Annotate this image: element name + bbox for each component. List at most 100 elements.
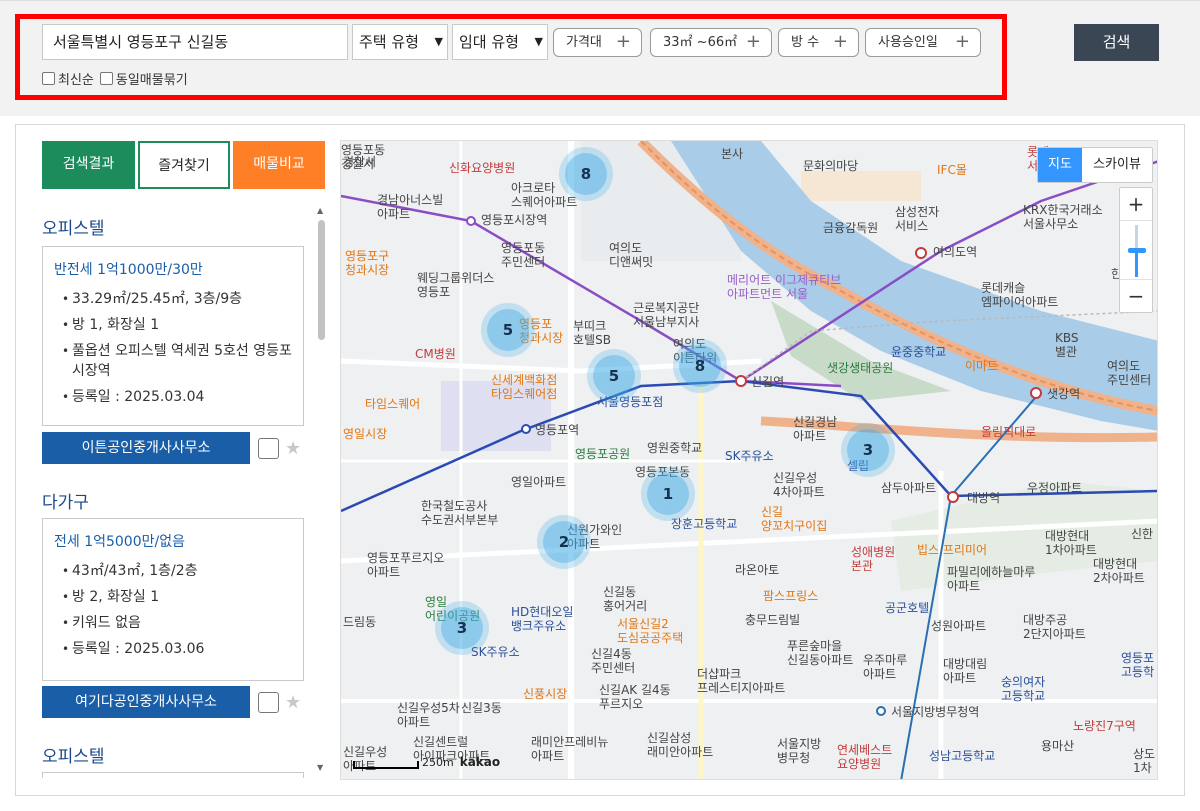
rooms-filter-button[interactable]: 방 수 + [778, 28, 859, 57]
zoom-slider[interactable] [1120, 220, 1152, 280]
listing-category: 오피스텔 [42, 747, 105, 767]
map-label: 신길3동 [461, 701, 502, 715]
search-filter-frame: 서울특별시 영등포구 신길동 주택 유형 ▼ 임대 유형 ▼ 가격대 + 33㎡ … [15, 14, 1007, 100]
zoom-slider-handle[interactable] [1128, 248, 1146, 253]
map-label: 삼두아파트 [881, 481, 937, 495]
map-label: CM병원 [415, 347, 456, 361]
lease-type-select[interactable]: 임대 유형 ▼ [452, 24, 548, 60]
listing-area-floor: 43㎡/43㎡, 1층/2층 [62, 561, 303, 581]
map-label: 드림동 [343, 615, 377, 629]
map-label: 영등포푸르지오 아파트 [367, 551, 445, 579]
map-label: 한국철도공사 수도권서부본부 [421, 499, 499, 527]
map-label: 노량진7구역 [1073, 719, 1136, 733]
map-label: 푸른숲마을 신길동아파트 [787, 639, 854, 667]
search-button[interactable]: 검색 [1074, 24, 1159, 61]
plus-icon: + [615, 31, 631, 52]
map-label: 경찰서 [343, 155, 377, 169]
house-type-label: 주택 유형 [359, 33, 419, 51]
group-same-checkbox[interactable] [99, 72, 113, 85]
map-scale: 250m kakao [353, 755, 500, 769]
listing-cluster[interactable]: 5 [593, 355, 635, 397]
tab-compare[interactable]: 매물비교 [233, 141, 325, 189]
agent-button[interactable]: 여기다공인중개사사무소 [42, 686, 250, 718]
map-label: 신한 [1131, 527, 1154, 541]
listing-rooms: 방 2, 화장실 1 [62, 587, 303, 607]
compare-checkbox[interactable] [258, 691, 279, 713]
zoom-in-button[interactable]: + [1120, 188, 1152, 220]
map-label: 서울지방병무청역 [891, 705, 980, 719]
star-icon[interactable]: ★ [285, 438, 301, 459]
listing-card[interactable] [42, 772, 304, 778]
listing-registered-date: 등록일 : 2025.03.06 [62, 639, 303, 659]
approval-date-filter-button[interactable]: 사용승인일 + [865, 28, 981, 57]
listing-cluster[interactable]: 3 [847, 429, 889, 471]
map-label: 본사 [721, 147, 744, 161]
listing-price[interactable]: 반전세 1억1000만/30만 [54, 259, 303, 279]
map-label: 팜스프링스 [763, 589, 819, 603]
map-label: 여의도역 [933, 245, 978, 259]
map-label: 영등포공원 [575, 447, 631, 461]
kakao-logo: kakao [459, 755, 501, 769]
scroll-thumb[interactable] [318, 220, 325, 340]
agent-button[interactable]: 이튼공인중개사사무소 [42, 432, 250, 464]
listing-category: 오피스텔 [42, 219, 105, 239]
listing-cluster[interactable]: 8 [565, 153, 607, 195]
listing-card[interactable]: 전세 1억5000만/없음 43㎡/43㎡, 1층/2층 방 2, 화장실 1 … [42, 518, 304, 681]
compare-checkbox[interactable] [258, 437, 279, 459]
map-type-skyview-button[interactable]: 스카이뷰 [1082, 148, 1152, 182]
group-same-label: 동일매물묶기 [115, 73, 188, 88]
star-icon[interactable]: ★ [285, 692, 301, 713]
area-filter-button[interactable]: 33㎡ ~66㎡ + [650, 28, 772, 57]
map-label: 삼성전자 서비스 [895, 205, 940, 233]
map-label: 이마트 [965, 359, 999, 373]
map-label: 영일시장 [343, 427, 388, 441]
map-label: 우주마루 아파트 [863, 653, 908, 681]
newest-label: 최신순 [58, 73, 94, 88]
listing-cluster[interactable]: 2 [543, 521, 585, 563]
listing-cluster[interactable]: 5 [487, 309, 529, 351]
map-label: KBS 별관 [1055, 331, 1079, 359]
zoom-out-button[interactable]: − [1120, 280, 1152, 312]
tab-favorites[interactable]: 즐겨찾기 [138, 141, 230, 189]
tab-search-results[interactable]: 검색결과 [42, 141, 135, 189]
map-label: 성원아파트 [931, 619, 987, 633]
map-label: 신세계백화점 타임스퀘어점 [491, 373, 558, 401]
scroll-down-icon[interactable]: ▼ [317, 763, 323, 772]
listing-cluster[interactable]: 1 [647, 473, 689, 515]
map-label: 부띠크 호텔SB [573, 319, 611, 347]
listing-card[interactable]: 반전세 1억1000만/30만 33.29㎡/25.45㎡, 3층/9층 방 1… [42, 246, 304, 426]
listing-description: 키워드 없음 [62, 613, 303, 633]
map-label: 영등포동 주민센터 [501, 241, 546, 269]
map-type-map-button[interactable]: 지도 [1038, 148, 1082, 182]
map-label: 대방현대 2차아파트 [1093, 557, 1145, 585]
scale-bar [353, 761, 419, 769]
map-label: 문화의마당 [803, 159, 859, 173]
map-label: 타임스퀘어 [365, 397, 421, 411]
filter-label: 사용승인일 [878, 35, 938, 50]
map-label: 신길역 [751, 375, 785, 389]
listing-cluster[interactable]: 8 [679, 345, 721, 387]
newest-checkbox[interactable] [42, 72, 55, 85]
map-label: 웨딩그룹위더스 영등포 [417, 271, 495, 299]
listing-registered-date: 등록일 : 2025.03.04 [62, 387, 303, 407]
scroll-up-icon[interactable]: ▲ [317, 206, 323, 215]
map-label: 신길경남 아파트 [793, 415, 838, 443]
listing-price[interactable]: 전세 1억5000만/없음 [54, 531, 303, 551]
listing-rooms: 방 1, 화장실 1 [62, 315, 303, 335]
chevron-down-icon: ▼ [534, 35, 543, 48]
map-label: 영등포 고등학 [1121, 651, 1155, 679]
map-label: 올림픽대로 [981, 425, 1037, 439]
map-label: 여의도 주민센터 [1107, 359, 1152, 387]
map-label: 충무드림빌 [745, 613, 801, 627]
price-filter-button[interactable]: 가격대 + [553, 28, 642, 57]
filter-label: 가격대 [566, 35, 602, 50]
map-label: 빕스 프리미어 [917, 543, 988, 557]
listing-cluster[interactable]: 3 [441, 607, 483, 649]
map-view[interactable]: 영등포동 경찰서 신화요양병원 경남아너스빌 아파트 아크로타 스퀘어아파트 영등포시… [340, 140, 1158, 780]
house-type-select[interactable]: 주택 유형 ▼ [352, 24, 448, 60]
address-input[interactable]: 서울특별시 영등포구 신길동 [42, 24, 348, 60]
listing-description: 풀옵션 오피스텔 역세권 5호선 영등포시장역 [62, 341, 303, 381]
map-label: 공군호텔 [885, 601, 930, 615]
map-label: 여의도 디앤써밋 [609, 241, 654, 269]
listing-scrollbar[interactable]: ▲ ▼ [313, 206, 328, 772]
